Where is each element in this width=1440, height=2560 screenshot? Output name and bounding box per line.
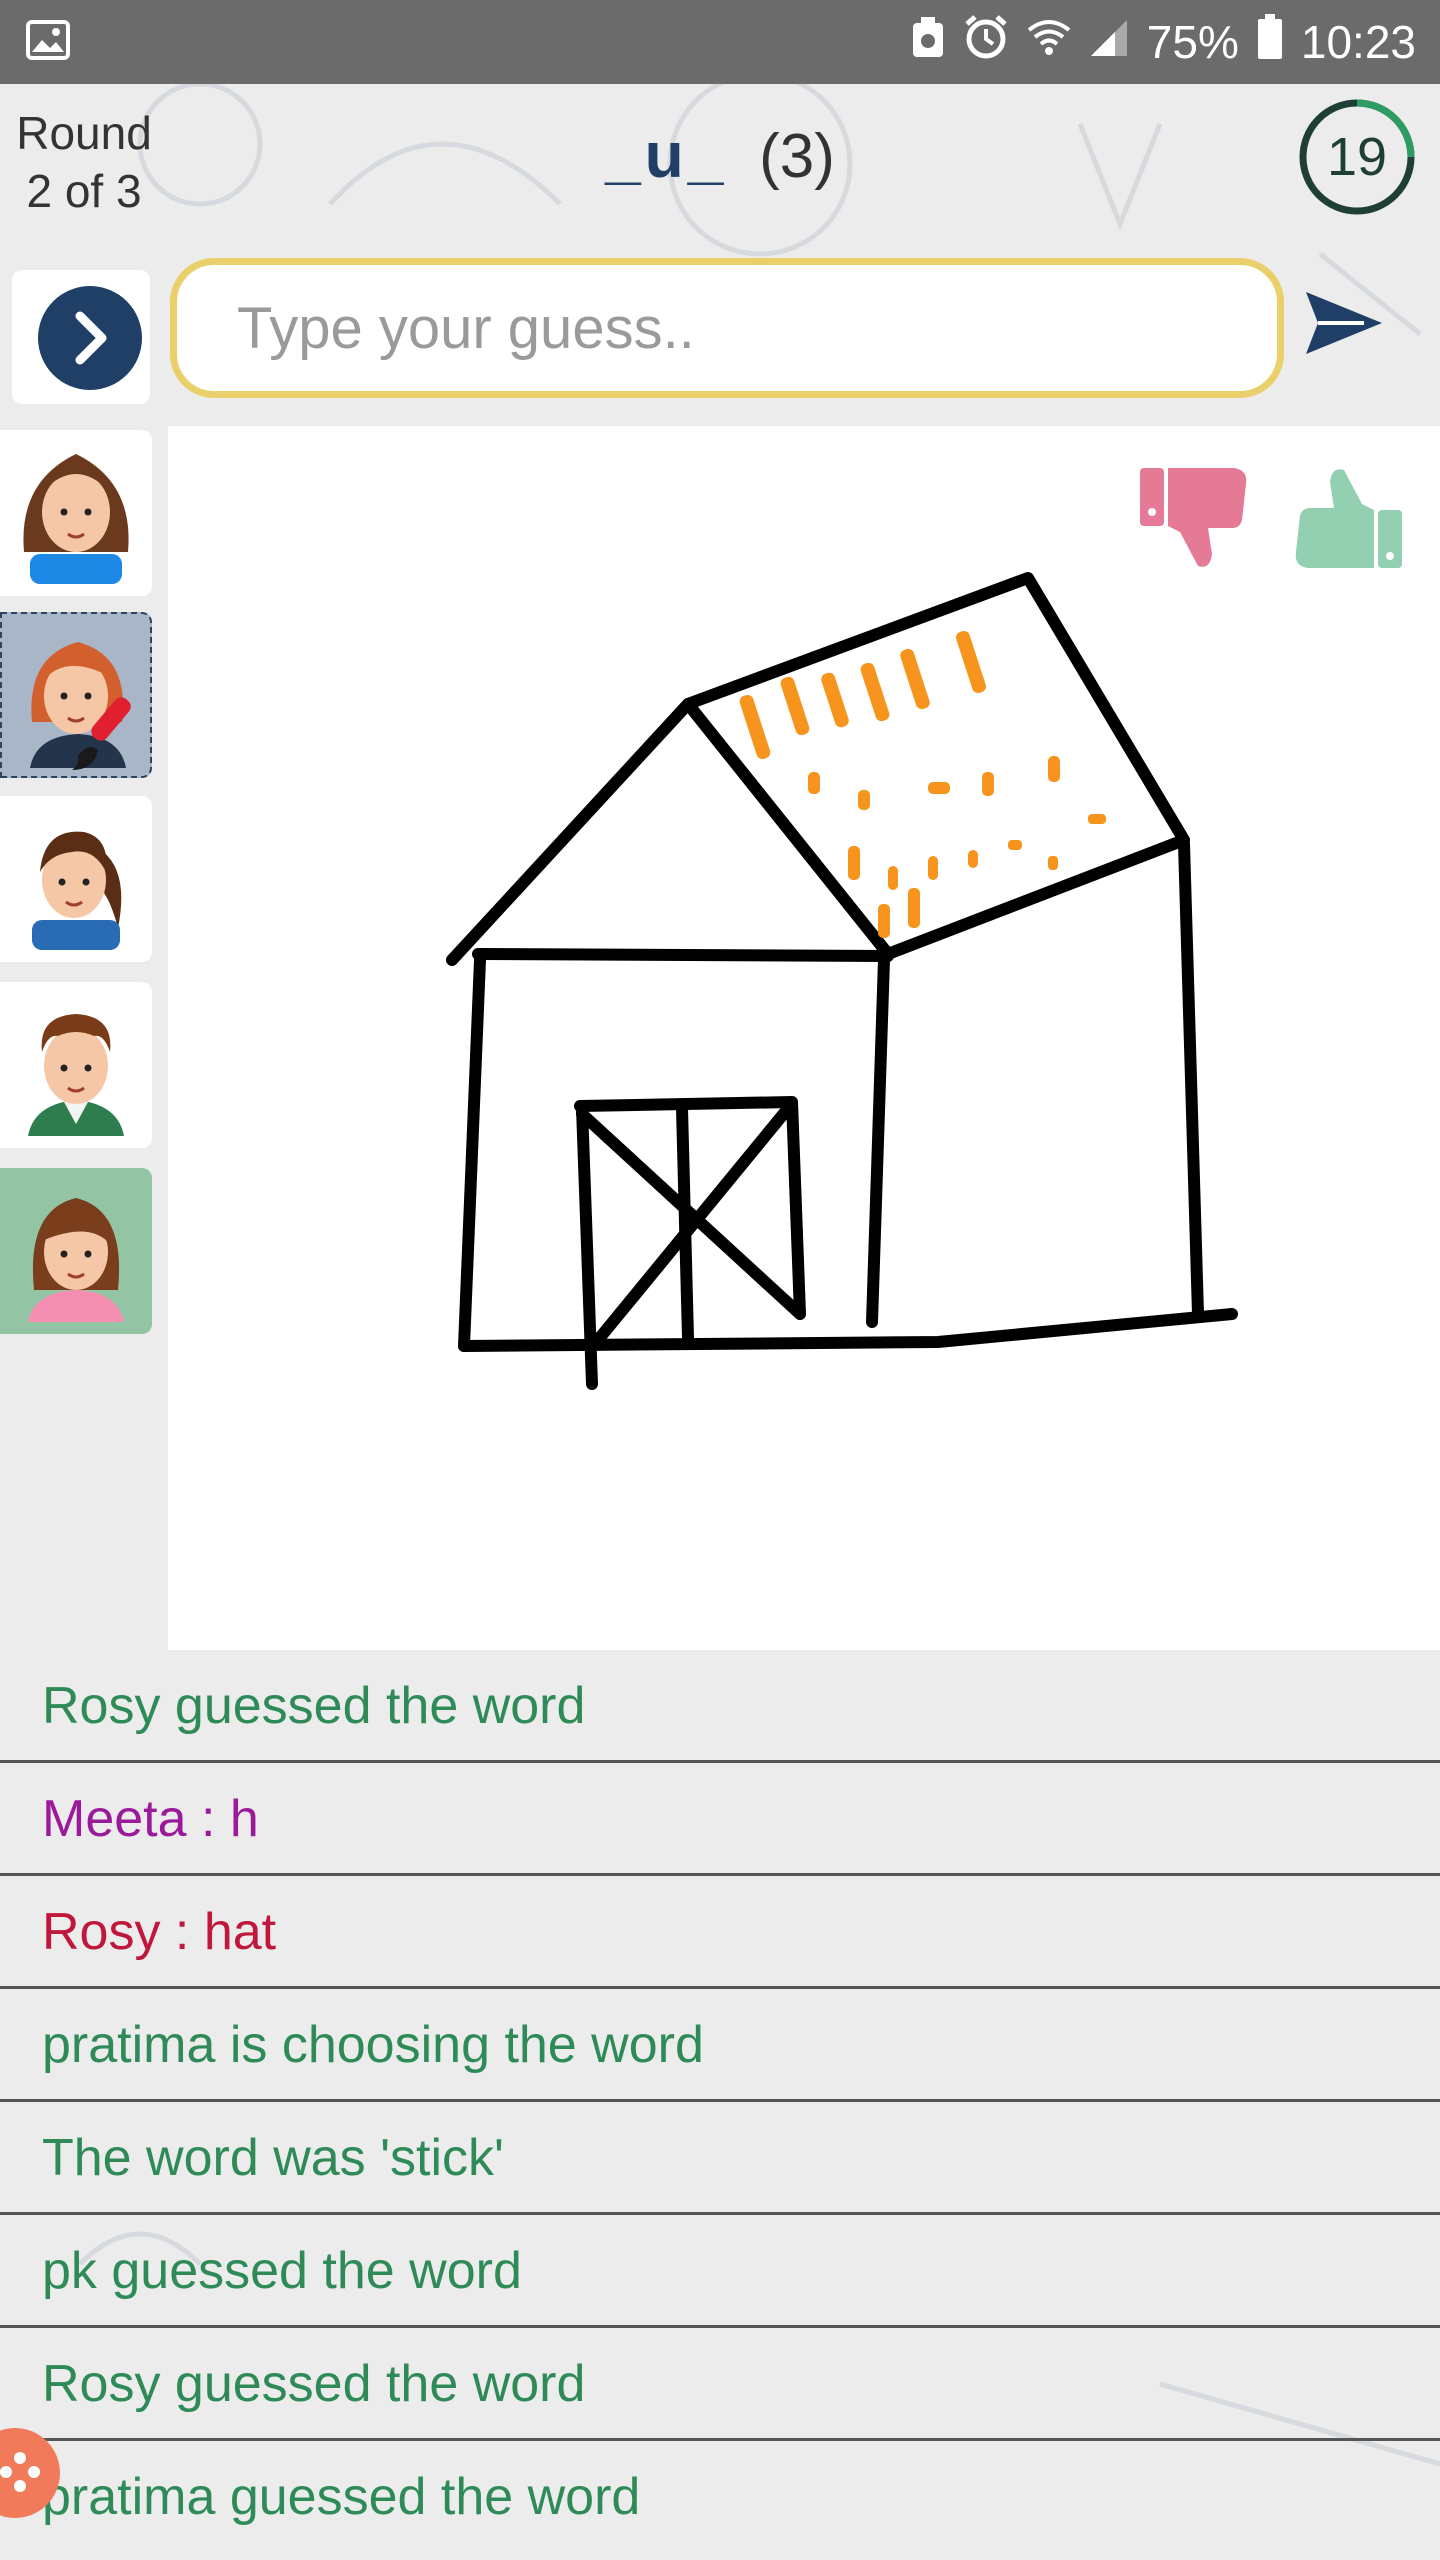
gallery-notification-icon — [26, 20, 70, 65]
man-curly-hair-avatar — [28, 1014, 124, 1136]
expand-button[interactable] — [38, 286, 142, 390]
chat-message: pk guessed the word — [0, 2215, 1440, 2328]
chat-message: The word was 'stick' — [0, 2102, 1440, 2215]
battery-icon — [1257, 13, 1283, 71]
send-icon — [1306, 292, 1382, 354]
chat-message: Rosy guessed the word — [0, 2328, 1440, 2441]
house-drawing — [446, 572, 1238, 1390]
paintbrush-icon — [72, 697, 131, 770]
clock: 10:23 — [1300, 16, 1416, 68]
chat-message: Rosy guessed the word — [0, 1650, 1440, 1763]
player-card[interactable] — [0, 430, 152, 596]
player-list-toggle[interactable] — [12, 270, 150, 404]
dots-icon — [0, 2452, 40, 2492]
send-button[interactable] — [1304, 288, 1384, 358]
chat-message: Rosy : hat — [0, 1876, 1440, 1989]
player-card-drawing[interactable] — [0, 612, 152, 778]
word-hint: _u_ (3) — [0, 118, 1440, 192]
player-card[interactable] — [0, 796, 152, 962]
chat-message: Meeta : h — [0, 1763, 1440, 1876]
countdown-timer: 19 — [1298, 98, 1416, 216]
chevron-right-icon — [75, 311, 107, 365]
word-length: (3) — [759, 122, 835, 191]
player-card-guessed[interactable] — [0, 1168, 152, 1334]
wifi-icon — [1027, 15, 1071, 69]
girl-ponytail-avatar — [32, 831, 122, 950]
player-card[interactable] — [0, 982, 152, 1148]
recycle-icon — [911, 15, 945, 70]
alarm-icon — [963, 14, 1009, 71]
chat-message: pratima guessed the word — [42, 2468, 641, 2526]
battery-percent: 75% — [1146, 16, 1239, 68]
floating-palette-button[interactable] — [0, 2428, 60, 2518]
chat-message: pratima is choosing the word — [0, 1989, 1440, 2102]
status-bar: 75% 10:23 — [0, 0, 1440, 84]
woman-pink-shirt-avatar — [28, 1198, 124, 1322]
drawing-canvas[interactable] — [168, 426, 1440, 1650]
timer-value: 19 — [1326, 127, 1388, 187]
woman-curly-hair-avatar — [23, 454, 129, 584]
word-hint-letters: _u_ — [605, 119, 728, 191]
guess-input[interactable] — [170, 258, 1284, 398]
signal-icon — [1089, 15, 1129, 69]
chat-log: Rosy guessed the word Meeta : h Rosy : h… — [0, 1650, 1440, 2554]
